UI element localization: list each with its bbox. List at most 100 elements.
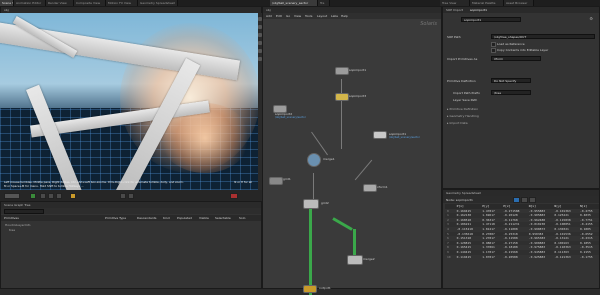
node-path: /obj/ball_scenery/sector	[389, 136, 420, 139]
node-merge1[interactable]	[307, 153, 321, 167]
wire	[313, 173, 314, 199]
node-output1[interactable]	[303, 285, 317, 293]
import-primitives-as-select[interactable]: Xform	[491, 56, 541, 61]
section-label: Primitive Definition	[449, 107, 479, 111]
network-path-label: obj	[266, 8, 271, 12]
menu-view[interactable]: View	[294, 14, 301, 18]
section-label: Import Data	[449, 121, 468, 125]
import-path-prefix-field[interactable]: /tree	[491, 90, 531, 95]
vertices-mode-icon[interactable]	[521, 197, 528, 203]
wire	[354, 159, 373, 181]
node-xform1[interactable]	[363, 184, 377, 192]
section-primitive-definition[interactable]: ▸ Primitive Definition	[447, 107, 595, 112]
spreadsheet-title: Geometry Spreadsheet	[446, 191, 481, 195]
spreadsheet-cell: -0.20588	[503, 254, 518, 259]
node-label: merge1	[323, 157, 335, 161]
col-visible[interactable]: Visible	[199, 216, 209, 220]
col-populated[interactable]: Populated	[177, 216, 192, 220]
params-node-name: sopimport1	[469, 8, 488, 12]
viewport-status-right: N or H for all	[234, 180, 252, 184]
node-path: /obj/ball_scenery/sector	[275, 116, 306, 119]
points-mode-icon[interactable]	[513, 197, 520, 203]
scene-viewport[interactable]: Left mouse tumbles. Middle pans. Right d…	[0, 13, 258, 190]
network-menu-bar: Add Edit Go View Tools Layout Labs Help	[263, 13, 441, 19]
scene-graph-filter-field[interactable]	[4, 208, 44, 214]
spreadsheet-cell: -0.925883	[528, 254, 546, 259]
params-header: SOP Import sopimport1	[443, 7, 599, 13]
col-primitives[interactable]: Primitives	[4, 216, 19, 220]
menu-help[interactable]: Help	[341, 14, 348, 18]
node-sopimport1-top[interactable]	[335, 67, 349, 75]
node-name-field[interactable]: sopimport1	[461, 17, 521, 22]
copy-contents-checkbox[interactable]	[491, 48, 496, 53]
col-descendants[interactable]: Descendants	[137, 216, 157, 220]
param-label-sop-path: SOP Path	[447, 35, 461, 39]
spreadsheet-row[interactable]: 10 0.119415 1.07817 -0.20588 -0.925883 -0.121…	[445, 255, 599, 260]
col-selectable[interactable]: Selectable	[215, 216, 231, 220]
col-primitive-type[interactable]: Primitive Type	[105, 216, 126, 220]
spreadsheet-cell: 1.07817	[482, 254, 495, 259]
node-label: output1	[319, 286, 331, 290]
row-index: 10	[447, 254, 451, 259]
param-label-prefix: Import Path Prefix	[453, 91, 480, 95]
section-import-data[interactable]: ▸ Import Data	[447, 121, 595, 126]
spreadsheet-node-label: Node: sopimport1	[446, 198, 473, 202]
spreadsheet-table[interactable]: P[x] P[y] P[z] N[x] N[y] N[z] 0 0.169415 1.4781…	[445, 204, 599, 259]
param-label-import-as: Import Primitives As	[447, 57, 478, 61]
geometry-spreadsheet-panel: Geometry Spreadsheet Node: sopimport1 P[…	[442, 189, 600, 289]
primitive-definition-select[interactable]: Do Not Specify	[491, 78, 531, 83]
primitives-mode-icon[interactable]	[529, 197, 536, 203]
key-icon[interactable]	[70, 193, 76, 199]
load-as-reference-checkbox[interactable]	[491, 42, 496, 47]
menu-tools[interactable]: Tools	[305, 14, 312, 18]
node-grid1[interactable]	[269, 177, 283, 185]
spreadsheet-cell: -0.121363	[554, 254, 571, 259]
parameters-panel: SOP Import sopimport1 sopimport1 ⚙ SOP P…	[442, 6, 600, 189]
scene-graph-toolbar	[1, 208, 261, 214]
toggle-icon[interactable]	[40, 193, 46, 199]
menu-add[interactable]: Add	[266, 14, 272, 18]
params-node-type: SOP Import	[446, 8, 463, 12]
menu-labs[interactable]: Labs	[331, 14, 338, 18]
toggle-icon-2[interactable]	[48, 193, 54, 199]
wire	[311, 131, 328, 156]
col-kind[interactable]: Kind	[163, 216, 170, 220]
scene-graph-label: Scene Graph Tree	[4, 203, 31, 207]
spreadsheet-cell: -0.1755	[579, 254, 593, 259]
node-merge2[interactable]	[347, 255, 363, 265]
node-grid2[interactable]	[303, 199, 319, 209]
node-label: sopimport1	[349, 68, 367, 72]
frame-icon[interactable]	[120, 193, 126, 199]
menu-layout[interactable]: Layout	[317, 14, 327, 18]
viewport-status-line-2: M or Space+M for menu. Hold Shift to tum…	[4, 184, 84, 188]
scene-graph-panel: Scene Graph Tree Primitives Primitive Ty…	[0, 201, 262, 289]
scene-graph-columns: Primitives Primitive Type Descendants Ki…	[1, 215, 261, 221]
scene-graph-row[interactable]: tree	[9, 228, 257, 233]
selected-wire-branch	[332, 217, 353, 231]
frame-icon-2[interactable]	[128, 193, 134, 199]
playback-button[interactable]	[4, 193, 20, 199]
sop-path-field[interactable]: /obj/tree_shapes/OUT	[491, 34, 595, 39]
col-solo[interactable]: Solo	[239, 216, 245, 220]
section-geometry-handling[interactable]: ▸ Geometry Handling	[447, 114, 595, 119]
green-toggle-icon[interactable]	[30, 193, 36, 199]
param-label-layer-save: Layer Save Path	[453, 98, 478, 102]
network-context-label: Solaris	[420, 21, 437, 27]
scene-graph-row-label: tree	[9, 228, 16, 232]
network-editor[interactable]: obj Add Edit Go View Tools Layout Labs H…	[262, 6, 442, 295]
node-sopimport1[interactable]	[373, 131, 387, 139]
node-label: grid1	[283, 177, 291, 181]
node-label: xform1	[377, 185, 388, 189]
toggle-icon-3[interactable]	[56, 193, 62, 199]
node-label: sopimport3	[349, 94, 367, 98]
scene-graph-row-label: HoudiniLayerInfo	[5, 223, 31, 227]
record-icon[interactable]	[230, 193, 238, 199]
gear-icon[interactable]: ⚙	[589, 17, 593, 21]
menu-go[interactable]: Go	[286, 14, 290, 18]
node-label: grid2	[321, 201, 329, 205]
section-label: Geometry Handling	[449, 114, 479, 118]
node-sopimport3[interactable]	[335, 93, 349, 101]
menu-edit[interactable]: Edit	[276, 14, 282, 18]
viewport-bottom-toolbar	[0, 190, 262, 201]
param-label-prim-def: Primitive Definition	[447, 79, 476, 83]
